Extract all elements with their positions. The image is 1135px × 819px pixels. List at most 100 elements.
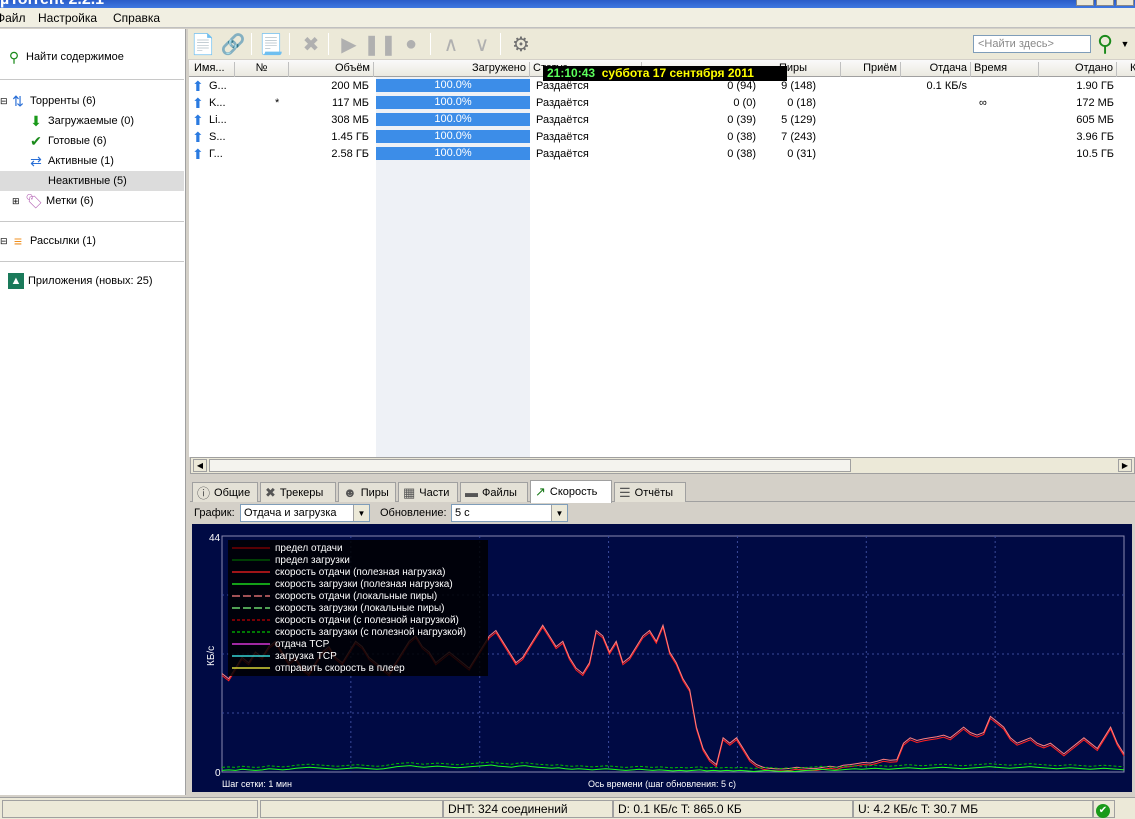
y-axis-label: КБ/с xyxy=(206,646,217,666)
move-up-icon[interactable]: ∧ xyxy=(438,31,464,57)
gear-icon[interactable]: ⚙ xyxy=(508,31,534,57)
sidebar-item-label: Рассылки (1) xyxy=(30,235,96,247)
chevron-down-icon[interactable]: ▼ xyxy=(551,505,567,521)
tab-label: Трекеры xyxy=(279,486,324,499)
seeding-arrow-icon: ⬆ xyxy=(192,129,204,145)
clock-overlay: 21:10:43 суббота 17 сентября 2011 xyxy=(543,66,787,81)
cell-size: 117 МБ xyxy=(332,97,369,109)
update-interval-select[interactable]: 5 с ▼ xyxy=(451,504,568,522)
sidebar-item-apps[interactable]: ▲ Приложения (новых: 25) xyxy=(8,271,192,291)
column-header-download-speed[interactable]: Приём xyxy=(841,62,901,77)
toolbar-separator xyxy=(251,33,252,55)
speed-graph-icon: ↗ xyxy=(535,484,546,499)
log-icon: ☰ xyxy=(619,484,631,500)
clock-date: суббота 17 сентября 2011 xyxy=(601,66,754,80)
cell-uploaded: 172 МБ xyxy=(1076,97,1114,109)
sidebar-divider xyxy=(0,261,184,262)
cell-status: Раздаётся xyxy=(536,114,589,126)
search-dropdown-icon[interactable]: ▼ xyxy=(1118,31,1132,57)
status-bar: DHT: 324 соединений D: 0.1 КБ/с T: 865.0… xyxy=(0,797,1135,819)
close-button[interactable] xyxy=(1116,0,1134,6)
start-icon[interactable]: ▶ xyxy=(336,31,362,57)
collapse-icon[interactable]: ⊟ xyxy=(0,236,10,247)
cell-name: Li... xyxy=(209,114,227,126)
cell-name: Г... xyxy=(209,148,223,160)
table-row[interactable]: ⬆ K... * 117 МБ Раздаётся 0 (0) 0 (18) ∞ 172 МБ 1… xyxy=(189,95,1135,112)
tab-files[interactable]: ▬ Файлы xyxy=(460,482,528,502)
legend-label: скорость отдачи (локальные пиры) xyxy=(275,591,437,602)
sidebar-divider xyxy=(0,221,184,222)
tab-speed[interactable]: ↗ Скорость xyxy=(530,480,612,503)
column-header-number[interactable]: № xyxy=(235,62,289,77)
search-input[interactable]: <Найти здесь> xyxy=(973,35,1091,53)
column-header-done[interactable]: Загружено xyxy=(374,62,530,77)
clock-time: 21:10:43 xyxy=(547,66,596,80)
horizontal-scrollbar[interactable]: ◀ ▶ xyxy=(190,457,1135,474)
table-row[interactable]: ⬆ Li... 308 МБ Раздаётся 0 (39) 5 (129) 605 МБ… xyxy=(189,112,1135,129)
cell-name: G... xyxy=(209,80,227,92)
scroll-left-icon[interactable]: ◀ xyxy=(193,459,207,472)
tab-label: Отчёты xyxy=(634,486,674,499)
scroll-right-icon[interactable]: ▶ xyxy=(1118,459,1132,472)
table-row[interactable]: ⬆ Г... 2.58 ГБ Раздаётся 0 (38) 0 (31) 10.5 ГБ… xyxy=(189,146,1135,163)
title-bar: µTorrent 2.2.1 xyxy=(0,0,1135,8)
sidebar-item-feeds[interactable]: ⊟ ≡ Рассылки (1) xyxy=(0,231,184,251)
column-header-eta[interactable]: Время xyxy=(971,62,1039,77)
table-row[interactable]: ⬆ S... 1.45 ГБ Раздаётся 0 (38) 7 (243) 3.96 Г… xyxy=(189,129,1135,146)
seeding-arrow-icon: ⬆ xyxy=(192,112,204,128)
sidebar-item-active[interactable]: ⇄ Активные (1) xyxy=(28,151,184,171)
seeding-arrow-icon: ⬆ xyxy=(192,78,204,94)
minimize-button[interactable] xyxy=(1076,0,1094,6)
sidebar-item-find-content[interactable]: ⚲ Найти содержимое xyxy=(6,47,190,67)
graph-controls: График: Отдача и загрузка ▼ Обновление: 5… xyxy=(190,503,1135,523)
tab-pieces[interactable]: ▦ Части xyxy=(398,482,458,502)
menu-help[interactable]: Справка xyxy=(113,11,160,25)
maximize-button[interactable] xyxy=(1096,0,1114,6)
sidebar-item-labels[interactable]: ⊞ 🏷 Метки (6) xyxy=(12,191,184,211)
menu-settings[interactable]: Настройка xyxy=(38,11,97,25)
cell-size: 200 МБ xyxy=(331,80,369,92)
column-header-upload-speed[interactable]: Отдача xyxy=(901,62,971,77)
legend-label: скорость загрузки (локальные пиры) xyxy=(275,603,444,614)
torrents-icon: ⇅ xyxy=(12,92,24,109)
tab-general[interactable]: ⓘ Общие xyxy=(192,482,258,502)
cell-peers: 7 (243) xyxy=(781,131,816,143)
cell-peers: 5 (129) xyxy=(781,114,816,126)
cell-eta: ∞ xyxy=(979,97,987,109)
pause-icon[interactable]: ❚❚ xyxy=(363,31,397,57)
network-ok-icon[interactable]: ✔ xyxy=(1093,800,1115,818)
column-header-uploaded[interactable]: Отдано xyxy=(1039,62,1117,77)
cell-number: * xyxy=(275,97,280,109)
progress-bar: 100.0% xyxy=(376,113,530,126)
cell-size: 308 МБ xyxy=(331,114,369,126)
menu-file[interactable]: Файл xyxy=(0,11,26,25)
update-interval-value: 5 с xyxy=(455,507,470,519)
expand-icon[interactable]: ⊞ xyxy=(12,196,26,207)
move-down-icon[interactable]: ∨ xyxy=(469,31,495,57)
sidebar-item-torrents[interactable]: ⊟ ⇅ Торренты (6) xyxy=(0,91,184,111)
search-icon[interactable]: ⚲ xyxy=(1092,31,1118,57)
chevron-down-icon[interactable]: ▼ xyxy=(353,505,369,521)
tab-peers[interactable]: ☻ Пиры xyxy=(338,482,396,502)
detail-tabs: ⓘ Общие ✖ Трекеры ☻ Пиры ▦ Части ▬ Файлы ↗ Ско… xyxy=(190,480,1135,503)
scroll-thumb[interactable] xyxy=(209,459,851,472)
column-header-ratio[interactable]: К xyxy=(1127,62,1135,77)
column-header-name[interactable]: Имя... xyxy=(191,62,235,77)
column-header-size[interactable]: Объём xyxy=(289,62,374,77)
add-url-icon[interactable]: 🔗 xyxy=(220,31,246,57)
add-torrent-icon[interactable]: 📄 xyxy=(190,31,216,57)
collapse-icon[interactable]: ⊟ xyxy=(0,96,10,107)
stop-icon[interactable]: ● xyxy=(398,31,424,57)
graph-type-select[interactable]: Отдача и загрузка ▼ xyxy=(240,504,370,522)
tab-logger[interactable]: ☰ Отчёты xyxy=(614,482,686,502)
sidebar-item-completed[interactable]: ✔ Готовые (6) xyxy=(28,131,184,151)
active-arrows-icon: ⇄ xyxy=(30,152,42,169)
create-torrent-icon[interactable]: 📃 xyxy=(258,31,284,57)
sidebar-item-inactive[interactable]: Неактивные (5) xyxy=(0,171,184,191)
sidebar-item-label: Приложения (новых: 25) xyxy=(28,275,153,287)
remove-icon[interactable]: ✖ xyxy=(298,31,324,57)
tab-trackers[interactable]: ✖ Трекеры xyxy=(260,482,336,502)
tab-label: Пиры xyxy=(360,486,389,499)
sidebar-item-downloading[interactable]: ⬇ Загружаемые (0) xyxy=(28,111,184,131)
grid-step-label: Шаг сетки: 1 мин xyxy=(222,779,292,789)
